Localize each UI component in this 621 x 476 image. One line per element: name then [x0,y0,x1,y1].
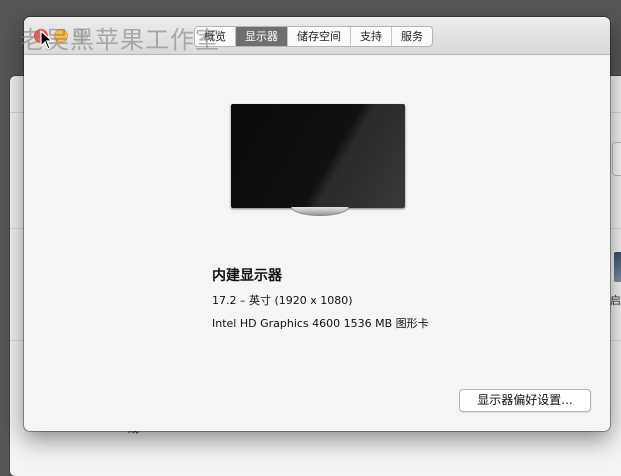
mouse-cursor-icon [40,30,54,50]
minimize-button[interactable] [54,29,68,43]
tab-bar: 概览 显示器 储存空间 支持 服务 [194,26,433,47]
background-button[interactable] [612,142,621,176]
background-app-icon [614,252,621,282]
display-screen-image [231,104,405,208]
title-bar: 概览 显示器 储存空间 支持 服务 [24,17,610,55]
tab-overview[interactable]: 概览 [195,27,236,46]
display-name: 内建显示器 [212,268,282,284]
about-this-mac-window: 概览 显示器 储存空间 支持 服务 [24,17,610,431]
tab-storage[interactable]: 储存空间 [288,27,351,46]
tab-support[interactable]: 支持 [351,27,392,46]
display-size-resolution: 17.2 – 英寸 (1920 x 1080) [212,294,353,307]
background-label: 启 [610,294,621,307]
display-preferences-button[interactable]: 显示器偏好设置... [459,389,591,412]
display-illustration [231,104,405,211]
zoom-button[interactable] [74,29,88,43]
tab-service[interactable]: 服务 [392,27,432,46]
display-graphics: Intel HD Graphics 4600 1536 MB 图形卡 [212,317,429,330]
tab-displays[interactable]: 显示器 [236,27,288,46]
